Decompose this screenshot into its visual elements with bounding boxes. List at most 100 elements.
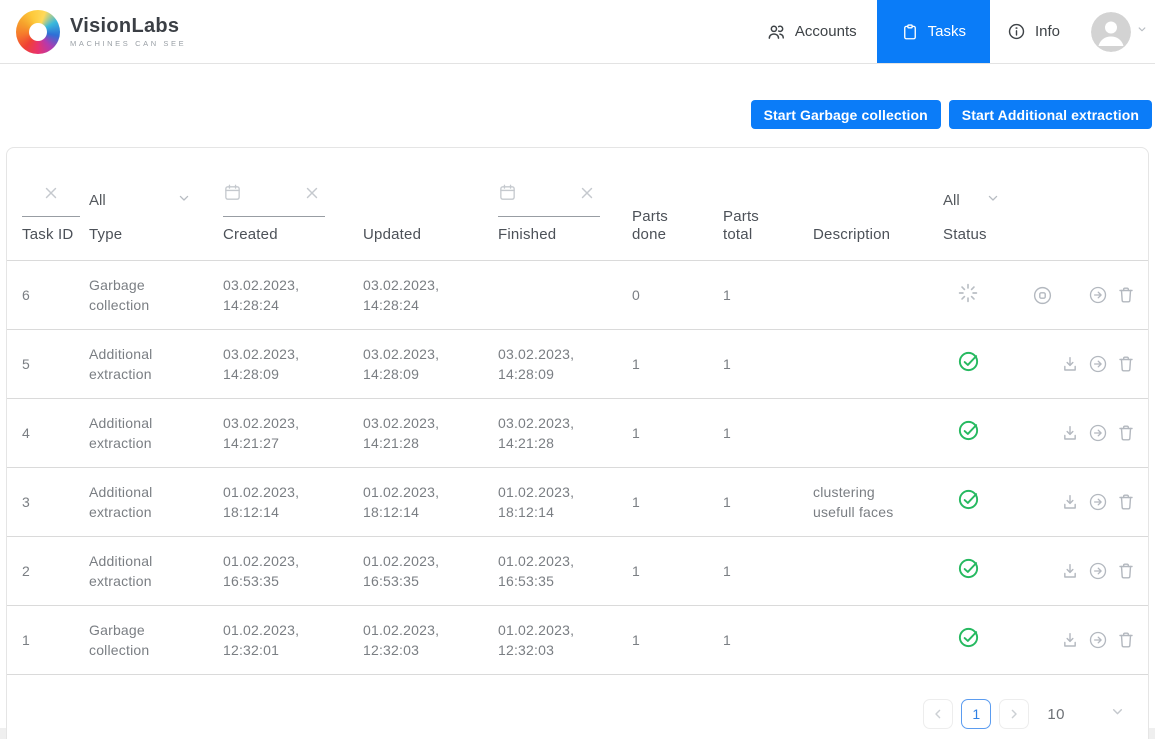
column-label: Parts done <box>632 208 680 244</box>
row-actions <box>1026 537 1148 605</box>
table-row: 3 Additional extraction 01.02.2023, 18:1… <box>7 467 1148 536</box>
nav-item-tasks[interactable]: Tasks <box>877 0 990 63</box>
chevron-down-icon <box>176 190 192 210</box>
brand-text: VisionLabs MACHINES CAN SEE <box>70 15 186 48</box>
description-cell <box>813 606 943 674</box>
accounts-icon <box>766 22 786 42</box>
page-size-value: 10 <box>1047 706 1065 723</box>
visionlabs-logo-icon <box>16 10 60 54</box>
nav-item-accounts[interactable]: Accounts <box>764 0 859 63</box>
calendar-icon[interactable] <box>223 183 242 207</box>
clear-filter-icon[interactable] <box>303 184 321 207</box>
tasks-table-card: Task ID All Type <box>6 147 1149 739</box>
row-actions <box>1026 468 1148 536</box>
parts-total-cell: 1 <box>723 468 813 536</box>
column-task-id: Task ID <box>7 148 89 260</box>
download-result-button[interactable] <box>1056 626 1084 654</box>
table-row: 1 Garbage collection 01.02.2023, 12:32:0… <box>7 605 1148 674</box>
status-filter-select[interactable]: All <box>943 190 1001 210</box>
parts-done-cell: 1 <box>632 468 723 536</box>
task-id-cell: 1 <box>7 606 89 674</box>
updated-cell: 03.02.2023, 14:28:24 <box>363 261 498 329</box>
delete-task-button[interactable] <box>1112 350 1140 378</box>
page-size-select[interactable]: 10 <box>1047 703 1126 725</box>
start-additional-extraction-button[interactable]: Start Additional extraction <box>949 100 1152 129</box>
description-cell <box>813 537 943 605</box>
column-description: Description <box>813 148 943 260</box>
column-label: Task ID <box>22 226 81 244</box>
current-page-button[interactable]: 1 <box>961 699 991 729</box>
calendar-icon[interactable] <box>498 183 517 207</box>
status-cell <box>943 399 1026 467</box>
open-task-button[interactable] <box>1084 281 1112 309</box>
clear-filter-icon[interactable] <box>578 184 596 207</box>
next-page-button[interactable] <box>999 699 1029 729</box>
delete-task-button[interactable] <box>1112 419 1140 447</box>
success-check-icon <box>957 557 980 585</box>
open-task-button[interactable] <box>1084 419 1112 447</box>
column-finished: Finished <box>498 148 632 260</box>
spinner-icon <box>957 282 979 309</box>
status-cell <box>943 261 1026 329</box>
created-date-filter[interactable] <box>223 183 325 217</box>
nav-label-info: Info <box>1035 23 1060 40</box>
type-cell: Garbage collection <box>89 606 223 674</box>
finished-date-filter[interactable] <box>498 183 600 217</box>
avatar <box>1091 12 1131 52</box>
download-result-button[interactable] <box>1056 488 1084 516</box>
nav-label-accounts: Accounts <box>795 23 857 40</box>
info-icon <box>1007 22 1026 41</box>
type-filter-select[interactable]: All <box>89 190 192 210</box>
open-task-button[interactable] <box>1084 488 1112 516</box>
column-status: All Status <box>943 148 1026 260</box>
table-row: 4 Additional extraction 03.02.2023, 14:2… <box>7 398 1148 467</box>
open-task-button[interactable] <box>1084 350 1112 378</box>
prev-page-button[interactable] <box>923 699 953 729</box>
clear-filter-icon[interactable] <box>42 184 60 207</box>
chevron-down-icon <box>1109 703 1126 725</box>
open-task-button[interactable] <box>1084 626 1112 654</box>
type-cell: Additional extraction <box>89 330 223 398</box>
download-result-button[interactable] <box>1056 350 1084 378</box>
created-cell: 03.02.2023, 14:28:09 <box>223 330 363 398</box>
finished-cell: 01.02.2023, 18:12:14 <box>498 468 632 536</box>
delete-task-button[interactable] <box>1112 488 1140 516</box>
download-result-button[interactable] <box>1056 557 1084 585</box>
success-check-icon <box>957 488 980 516</box>
parts-total-cell: 1 <box>723 330 813 398</box>
page: VisionLabs MACHINES CAN SEE Accounts <box>0 0 1155 739</box>
start-garbage-collection-button[interactable]: Start Garbage collection <box>751 100 941 129</box>
success-check-icon <box>957 350 980 378</box>
delete-task-button[interactable] <box>1112 557 1140 585</box>
nav-item-info[interactable]: Info <box>990 0 1077 63</box>
table-row: 2 Additional extraction 01.02.2023, 16:5… <box>7 536 1148 605</box>
created-cell: 01.02.2023, 18:12:14 <box>223 468 363 536</box>
user-menu[interactable] <box>1091 12 1149 52</box>
parts-done-cell: 0 <box>632 261 723 329</box>
status-cell <box>943 606 1026 674</box>
finished-cell: 03.02.2023, 14:28:09 <box>498 330 632 398</box>
status-cell <box>943 537 1026 605</box>
download-result-button[interactable] <box>1056 419 1084 447</box>
row-actions <box>1026 261 1148 329</box>
table-row: 5 Additional extraction 03.02.2023, 14:2… <box>7 329 1148 398</box>
parts-done-cell: 1 <box>632 537 723 605</box>
delete-task-button[interactable] <box>1112 281 1140 309</box>
created-cell: 03.02.2023, 14:21:27 <box>223 399 363 467</box>
open-task-button[interactable] <box>1084 557 1112 585</box>
task-id-cell: 4 <box>7 399 89 467</box>
task-id-cell: 3 <box>7 468 89 536</box>
delete-task-button[interactable] <box>1112 626 1140 654</box>
task-id-cell: 6 <box>7 261 89 329</box>
finished-cell: 01.02.2023, 16:53:35 <box>498 537 632 605</box>
type-cell: Additional extraction <box>89 468 223 536</box>
stop-task-button[interactable] <box>1028 281 1056 309</box>
chevron-down-icon <box>1135 22 1149 41</box>
brand-name: VisionLabs <box>70 15 186 37</box>
tasks-icon <box>901 23 919 41</box>
column-updated: Updated <box>363 148 498 260</box>
created-cell: 03.02.2023, 14:28:24 <box>223 261 363 329</box>
type-cell: Additional extraction <box>89 399 223 467</box>
column-label: Updated <box>363 226 490 244</box>
finished-cell <box>498 261 632 329</box>
